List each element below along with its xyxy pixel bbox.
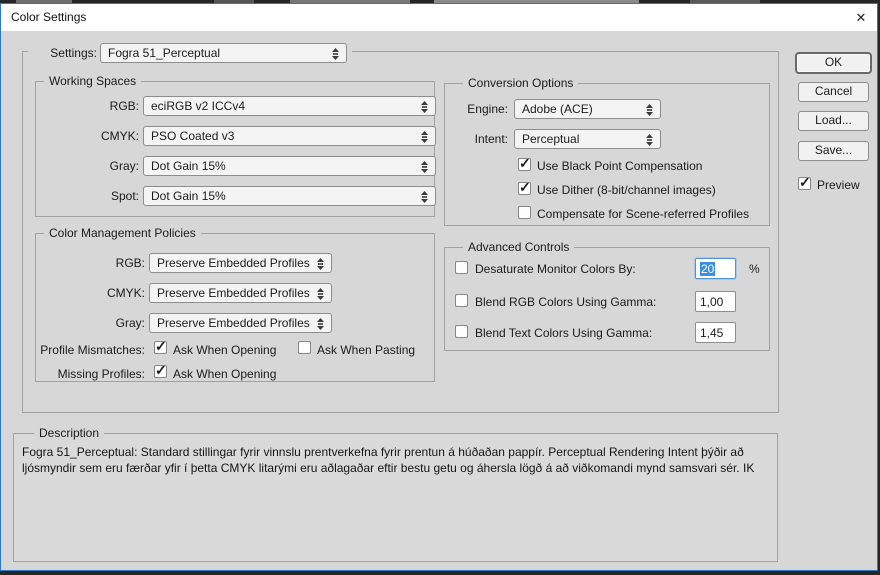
cmp-cmyk-value: Preserve Embedded Profiles — [157, 286, 310, 300]
load-button[interactable]: Load... — [798, 111, 869, 131]
settings-label: Settings: — [30, 46, 97, 60]
checkbox-use-dither[interactable]: ✓ — [518, 182, 531, 195]
compensate-scene-label: Compensate for Scene-referred Profiles — [537, 207, 749, 221]
checkbox-blend-text-gamma[interactable] — [455, 325, 468, 338]
cmp-rgb-select[interactable]: Preserve Embedded Profiles — [149, 253, 332, 273]
close-icon[interactable]: ✕ — [848, 7, 874, 28]
updown-arrows-icon — [420, 101, 429, 113]
intent-label: Intent: — [445, 132, 508, 146]
color-settings-window: Color Settings ✕ Settings: Fogra 51_Perc… — [0, 0, 880, 575]
desaturate-unit-label: % — [749, 262, 760, 276]
cancel-button[interactable]: Cancel — [798, 82, 869, 102]
description-text: Fogra 51_Perceptual: Standard stillingar… — [22, 444, 770, 476]
description-group: Description Fogra 51_Perceptual: Standar… — [13, 433, 778, 562]
checkbox-desaturate-monitor[interactable] — [455, 261, 468, 274]
updown-arrows-icon — [316, 258, 325, 270]
cmp-gray-label: Gray: — [36, 316, 145, 330]
checkbox-missing-ask-opening[interactable]: ✓ — [154, 365, 167, 378]
cmp-cmyk-select[interactable]: Preserve Embedded Profiles — [149, 283, 332, 303]
use-dither-label: Use Dither (8-bit/channel images) — [537, 183, 716, 197]
intent-select[interactable]: Perceptual — [514, 129, 661, 149]
updown-arrows-icon — [316, 318, 325, 330]
ws-rgb-value: eciRGB v2 ICCv4 — [151, 99, 245, 113]
updown-arrows-icon — [420, 161, 429, 173]
check-icon: ✓ — [155, 362, 167, 379]
conversion-options-title: Conversion Options — [463, 76, 578, 90]
policies-title: Color Management Policies — [44, 226, 201, 240]
profile-mismatches-label: Profile Mismatches: — [36, 343, 145, 357]
description-title: Description — [34, 426, 104, 440]
mismatch-ask-opening-label: Ask When Opening — [173, 343, 276, 357]
ok-button[interactable]: OK — [795, 52, 872, 74]
ws-spot-value: Dot Gain 15% — [151, 189, 226, 203]
desaturate-monitor-label: Desaturate Monitor Colors By: — [475, 262, 636, 276]
updown-arrows-icon — [420, 131, 429, 143]
check-icon: ✓ — [155, 338, 167, 355]
blend-rgb-gamma-value: 1,00 — [700, 295, 723, 309]
ws-gray-label: Gray: — [36, 159, 139, 173]
blend-rgb-gamma-label: Blend RGB Colors Using Gamma: — [475, 295, 656, 309]
working-spaces-group: Working Spaces RGB: eciRGB v2 ICCv4 CMYK… — [35, 81, 435, 217]
updown-arrows-icon — [331, 48, 340, 60]
ws-gray-value: Dot Gain 15% — [151, 159, 226, 173]
engine-value: Adobe (ACE) — [522, 102, 593, 116]
settings-preset-value: Fogra 51_Perceptual — [108, 46, 220, 60]
advanced-controls-group: Advanced Controls Desaturate Monitor Col… — [444, 247, 770, 351]
checkbox-mismatch-ask-opening[interactable]: ✓ — [154, 341, 167, 354]
updown-arrows-icon — [645, 134, 654, 146]
desaturate-value-field[interactable]: 20 — [695, 258, 736, 279]
cmp-gray-select[interactable]: Preserve Embedded Profiles — [149, 313, 332, 333]
missing-ask-opening-label: Ask When Opening — [173, 367, 276, 381]
black-point-compensation-label: Use Black Point Compensation — [537, 159, 702, 173]
advanced-controls-title: Advanced Controls — [463, 240, 574, 254]
checkbox-mismatch-ask-pasting[interactable] — [298, 341, 311, 354]
ws-gray-select[interactable]: Dot Gain 15% — [143, 156, 436, 176]
ws-cmyk-value: PSO Coated v3 — [151, 129, 234, 143]
settings-preset-select[interactable]: Fogra 51_Perceptual — [100, 43, 347, 63]
blend-text-gamma-value: 1,45 — [700, 326, 723, 340]
check-icon: ✓ — [519, 179, 531, 196]
engine-select[interactable]: Adobe (ACE) — [514, 99, 661, 119]
working-spaces-title: Working Spaces — [44, 74, 141, 88]
cmp-gray-value: Preserve Embedded Profiles — [157, 316, 310, 330]
ws-rgb-select[interactable]: eciRGB v2 ICCv4 — [143, 96, 436, 116]
conversion-options-group: Conversion Options Engine: Adobe (ACE) I… — [444, 83, 770, 226]
engine-label: Engine: — [445, 102, 508, 116]
policies-group: Color Management Policies RGB: Preserve … — [35, 233, 435, 382]
checkbox-preview[interactable]: ✓ — [798, 177, 811, 190]
check-icon: ✓ — [519, 155, 531, 172]
cmp-rgb-value: Preserve Embedded Profiles — [157, 256, 310, 270]
blend-text-gamma-field[interactable]: 1,45 — [695, 322, 736, 343]
desaturate-value: 20 — [700, 262, 715, 276]
checkbox-compensate-scene[interactable] — [518, 206, 531, 219]
blend-text-gamma-label: Blend Text Colors Using Gamma: — [475, 326, 652, 340]
save-button[interactable]: Save... — [798, 141, 869, 161]
ws-spot-select[interactable]: Dot Gain 15% — [143, 186, 436, 206]
missing-profiles-label: Missing Profiles: — [36, 367, 145, 381]
cmp-rgb-label: RGB: — [36, 256, 145, 270]
checkbox-blend-rgb-gamma[interactable] — [455, 294, 468, 307]
cmp-cmyk-label: CMYK: — [36, 286, 145, 300]
dialog-titlebar — [1, 4, 877, 31]
ws-spot-label: Spot: — [36, 189, 139, 203]
blend-rgb-gamma-field[interactable]: 1,00 — [695, 291, 736, 312]
ws-rgb-label: RGB: — [36, 99, 139, 113]
intent-value: Perceptual — [522, 132, 579, 146]
ws-cmyk-label: CMYK: — [36, 129, 139, 143]
checkbox-black-point-compensation[interactable]: ✓ — [518, 158, 531, 171]
updown-arrows-icon — [645, 104, 654, 116]
mismatch-ask-pasting-label: Ask When Pasting — [317, 343, 415, 357]
ws-cmyk-select[interactable]: PSO Coated v3 — [143, 126, 436, 146]
updown-arrows-icon — [420, 191, 429, 203]
dialog-title: Color Settings — [11, 10, 86, 24]
preview-label: Preview — [817, 178, 860, 192]
updown-arrows-icon — [316, 288, 325, 300]
check-icon: ✓ — [799, 174, 811, 191]
